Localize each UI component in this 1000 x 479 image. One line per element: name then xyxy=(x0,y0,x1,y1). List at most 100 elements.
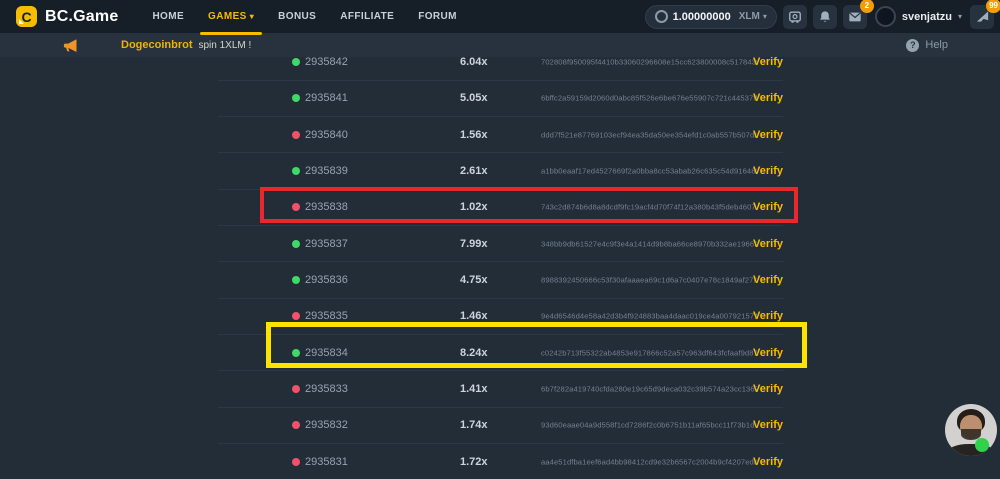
table-row-yellow-highlighted: 2935834 8.24x c0242b713f55322ab4853e9178… xyxy=(218,334,783,370)
bet-id: 2935839 xyxy=(305,165,348,177)
nav-bonus[interactable]: BONUS xyxy=(266,0,328,33)
result-dot xyxy=(292,203,300,211)
verify-link[interactable]: Verify xyxy=(753,456,783,468)
table-row: 2935840 1.56x ddd7f521e87769103ecf94ea35… xyxy=(218,116,783,152)
chat-badge: 99 xyxy=(986,0,1000,13)
result-dot xyxy=(292,458,300,466)
bet-hash: 9e4d6546d4e58a42d3b4f924883baa4daac019ce… xyxy=(541,312,757,321)
multiplier: 4.75x xyxy=(460,274,488,286)
nav-forum[interactable]: FORUM xyxy=(406,0,469,33)
mail-icon xyxy=(848,10,862,24)
username: svenjatzu xyxy=(902,11,952,23)
table-row: 2935833 1.41x 6b7f282a419740cfda280e19c6… xyxy=(218,370,783,406)
verify-link[interactable]: Verify xyxy=(753,310,783,322)
verify-link[interactable]: Verify xyxy=(753,165,783,177)
result-dot xyxy=(292,312,300,320)
result-dot xyxy=(292,240,300,248)
bet-id: 2935837 xyxy=(305,238,348,250)
result-dot xyxy=(292,276,300,284)
bet-hash: 702808f950095f4410b33060296608e15cc62380… xyxy=(541,57,757,66)
bet-hash: 93d60eaae04a9d558f1cd7286f2c0b6751b11af6… xyxy=(541,421,757,430)
table-row: 2935839 2.61x a1bb0eaaf17ed4527669f2a0bb… xyxy=(218,152,783,188)
bet-id: 2935840 xyxy=(305,129,348,141)
bet-id: 2935842 xyxy=(305,56,348,68)
multiplier: 1.74x xyxy=(460,419,488,431)
balance-dropdown[interactable]: 1.00000000 XLM ▾ xyxy=(645,5,777,29)
nav-affiliate[interactable]: AFFILIATE xyxy=(328,0,406,33)
vault-icon xyxy=(788,10,802,24)
user-menu[interactable]: svenjatzu ▾ xyxy=(875,6,962,27)
chevron-down-icon: ▾ xyxy=(250,12,254,21)
result-dot xyxy=(292,58,300,66)
table-row: 2935837 7.99x 348bb9db61527e4c9f3e4a1414… xyxy=(218,225,783,261)
table-row: 2935831 1.72x aa4e51dfba1eef6ad4bb98412c… xyxy=(218,443,783,479)
bell-icon xyxy=(818,10,832,24)
coin-icon xyxy=(655,10,668,23)
table-row: 2935835 1.46x 9e4d6546d4e58a42d3b4f92488… xyxy=(218,298,783,334)
multiplier: 1.02x xyxy=(460,201,488,213)
bet-hash: 8988392450666c53f30afaaaea69c1d6a7c0407e… xyxy=(541,275,757,284)
multiplier: 8.24x xyxy=(460,347,488,359)
main-nav: HOME GAMES▾ BONUS AFFILIATE FORUM xyxy=(140,0,468,33)
bet-hash: 6b7f282a419740cfda280e19c65d9deca032c39b… xyxy=(541,384,757,393)
multiplier: 1.72x xyxy=(460,456,488,468)
announcement-link[interactable]: Dogecoinbrot xyxy=(121,39,193,51)
avatar xyxy=(875,6,896,27)
chevron-down-icon: ▾ xyxy=(958,12,962,21)
bet-hash: 348bb9db61527e4c9f3e4a1414d9b8ba66ce8970… xyxy=(541,239,757,248)
bet-hash: 6bffc2a59159d2060d0abc85f526e6be676e5590… xyxy=(541,94,757,103)
bet-hash: ddd7f521e87769103ecf94ea35da50ee354efd1c… xyxy=(541,130,757,139)
verify-link[interactable]: Verify xyxy=(753,238,783,250)
bet-hash: 743c2d874b6d8a8dcdf9fc19acf4d70f74f12a38… xyxy=(541,203,757,212)
announcement-text: spin 1XLM ! xyxy=(199,40,252,51)
result-dot xyxy=(292,349,300,357)
verify-link[interactable]: Verify xyxy=(753,129,783,141)
bet-id: 2935841 xyxy=(305,92,348,104)
multiplier: 2.61x xyxy=(460,165,488,177)
balance-amount: 1.00000000 xyxy=(673,11,731,23)
nav-home[interactable]: HOME xyxy=(140,0,196,33)
table-row: 2935841 5.05x 6bffc2a59159d2060d0abc85f5… xyxy=(218,80,783,116)
notifications-button[interactable] xyxy=(813,5,837,29)
bet-id: 2935836 xyxy=(305,274,348,286)
result-dot xyxy=(292,167,300,175)
chevron-down-icon: ▾ xyxy=(763,12,767,21)
bet-id: 2935834 xyxy=(305,347,348,359)
mail-badge: 2 xyxy=(860,0,874,13)
verify-link[interactable]: Verify xyxy=(753,92,783,104)
header-right-cluster: 1.00000000 XLM ▾ 2 svenj xyxy=(645,0,994,33)
bet-id: 2935832 xyxy=(305,419,348,431)
verify-link[interactable]: Verify xyxy=(753,201,783,213)
vault-button[interactable] xyxy=(783,5,807,29)
table-row-red-highlighted: 2935838 1.02x 743c2d874b6d8a8dcdf9fc19ac… xyxy=(218,189,783,225)
multiplier: 1.41x xyxy=(460,383,488,395)
verify-link[interactable]: Verify xyxy=(753,274,783,286)
multiplier: 6.04x xyxy=(460,56,488,68)
messages-button[interactable]: 2 xyxy=(843,5,867,29)
brand-name: BC.Game xyxy=(45,8,118,26)
verify-link[interactable]: Verify xyxy=(753,347,783,359)
verify-link[interactable]: Verify xyxy=(753,419,783,431)
bet-history-table: 2935842 6.04x 702808f950095f4410b3306029… xyxy=(218,44,783,479)
result-dot xyxy=(292,421,300,429)
bet-hash: c0242b713f55322ab4853e917866c52a57c963df… xyxy=(541,348,757,357)
verify-link[interactable]: Verify xyxy=(753,56,783,68)
verify-link[interactable]: Verify xyxy=(753,383,783,395)
chat-icon xyxy=(975,9,990,24)
webcam-overlay xyxy=(945,404,997,456)
table-row: 2935836 4.75x 8988392450666c53f30afaaaea… xyxy=(218,261,783,297)
result-dot xyxy=(292,94,300,102)
chat-button[interactable]: 99 xyxy=(970,5,994,29)
result-dot xyxy=(292,385,300,393)
multiplier: 7.99x xyxy=(460,238,488,250)
result-dot xyxy=(292,131,300,139)
bet-id: 2935835 xyxy=(305,310,348,322)
help-button[interactable]: ? Help xyxy=(906,33,948,57)
bet-id: 2935831 xyxy=(305,456,348,468)
brand-logo[interactable]: C BC.Game xyxy=(16,6,118,27)
bet-id: 2935838 xyxy=(305,201,348,213)
bet-id: 2935833 xyxy=(305,383,348,395)
top-header: C BC.Game HOME GAMES▾ BONUS AFFILIATE FO… xyxy=(0,0,1000,33)
nav-games[interactable]: GAMES▾ xyxy=(196,0,266,33)
online-status-dot xyxy=(975,438,989,452)
